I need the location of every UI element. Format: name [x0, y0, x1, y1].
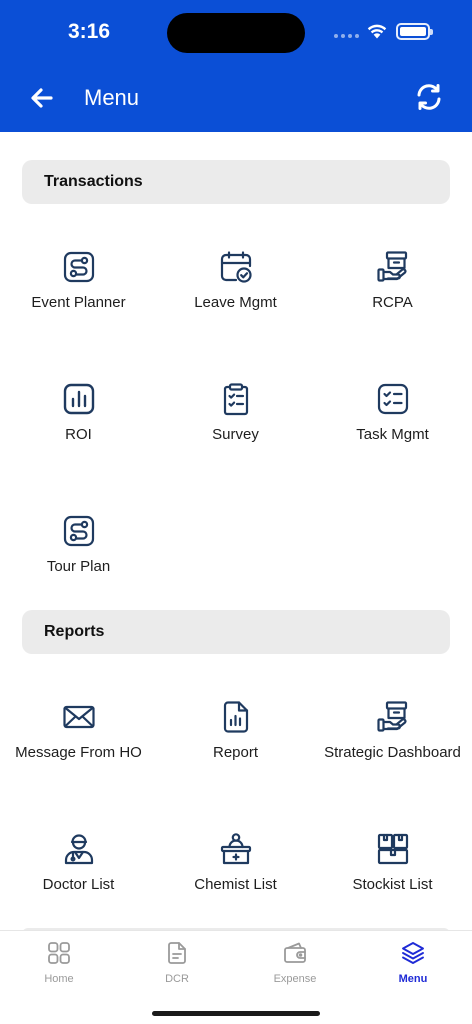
- back-arrow-icon[interactable]: [26, 82, 58, 114]
- menu-item-label: Strategic Dashboard: [324, 744, 461, 761]
- tab-label: Home: [44, 973, 74, 985]
- menu-item-label: ROI: [65, 426, 92, 443]
- tab-expense[interactable]: Expense: [236, 931, 354, 995]
- menu-item-label: Task Mgmt: [356, 426, 429, 443]
- menu-item-survey[interactable]: Survey: [157, 382, 314, 482]
- route-icon: [63, 251, 95, 283]
- box-hand-icon: [377, 701, 408, 732]
- layers-icon: [402, 942, 424, 964]
- wifi-icon: [367, 24, 387, 39]
- menu-item-label: Survey: [212, 426, 259, 443]
- calendar-check-icon: [220, 251, 252, 283]
- box-hand-icon: [377, 251, 408, 282]
- checklist-icon: [377, 383, 409, 415]
- menu-item-label: Tour Plan: [46, 558, 111, 575]
- document-chart-icon: [223, 701, 249, 733]
- home-indicator: [152, 1011, 320, 1016]
- tab-dcr[interactable]: DCR: [118, 931, 236, 995]
- document-icon: [168, 942, 186, 964]
- menu-item-report[interactable]: Report: [157, 700, 314, 800]
- menu-item-label: Leave Mgmt: [194, 294, 277, 311]
- menu-item-roi[interactable]: ROI: [0, 382, 157, 482]
- wallet-icon: [284, 942, 306, 963]
- bar-chart-icon: [63, 383, 95, 415]
- envelope-icon: [63, 705, 95, 729]
- app-header: 3:16 Menu: [0, 0, 472, 132]
- menu-item-label: Doctor List: [42, 876, 115, 893]
- menu-item-task-mgmt[interactable]: Task Mgmt: [314, 382, 471, 482]
- grid-icon: [48, 942, 70, 964]
- doctor-icon: [64, 834, 94, 865]
- tab-label: Menu: [398, 973, 428, 985]
- section-title: Reports: [44, 623, 105, 640]
- menu-item-event-planner[interactable]: Event Planner: [0, 250, 157, 350]
- dynamic-island: [167, 13, 305, 53]
- status-time: 3:16: [68, 20, 111, 43]
- section-header-reports: Reports: [22, 610, 450, 654]
- page-title: Menu: [84, 85, 140, 110]
- refresh-icon[interactable]: [412, 80, 446, 114]
- menu-item-label: RCPA: [372, 294, 413, 311]
- bottom-tab-bar: Home DCR Expense Menu: [0, 930, 472, 1024]
- menu-item-label: Stockist List: [352, 876, 433, 893]
- section-title: Transactions: [44, 173, 143, 190]
- menu-item-label: Chemist List: [194, 876, 277, 893]
- menu-item-tour-plan[interactable]: Tour Plan: [0, 514, 157, 614]
- menu-item-stockist-list[interactable]: Stockist List: [314, 832, 471, 930]
- boxes-icon: [377, 833, 409, 865]
- menu-item-rcpa[interactable]: RCPA: [314, 250, 471, 350]
- menu-item-strategic-dashboard[interactable]: Strategic Dashboard: [314, 700, 471, 800]
- tab-menu[interactable]: Menu: [354, 931, 472, 995]
- pharmacist-counter-icon: [220, 833, 252, 865]
- menu-item-label: Message From HO: [15, 744, 142, 761]
- tab-home[interactable]: Home: [0, 931, 118, 995]
- menu-content[interactable]: Transactions Event Planner Leave Mgmt RC…: [0, 132, 472, 930]
- clipboard-check-icon: [223, 383, 249, 416]
- battery-icon: [396, 23, 433, 40]
- menu-item-doctor-list[interactable]: Doctor List: [0, 832, 157, 930]
- menu-item-chemist-list[interactable]: Chemist List: [157, 832, 314, 930]
- status-bar: 3:16: [0, 0, 472, 64]
- signal-icon: [334, 34, 359, 38]
- menu-item-leave-mgmt[interactable]: Leave Mgmt: [157, 250, 314, 350]
- tab-label: DCR: [165, 973, 189, 985]
- nav-bar: Menu: [0, 64, 472, 132]
- section-header-transactions: Transactions: [22, 160, 450, 204]
- menu-item-label: Report: [212, 744, 259, 761]
- menu-item-message-from-ho[interactable]: Message From HO: [0, 700, 157, 800]
- menu-item-label: Event Planner: [31, 294, 126, 311]
- tab-label: Expense: [273, 973, 317, 985]
- route-icon: [63, 515, 95, 547]
